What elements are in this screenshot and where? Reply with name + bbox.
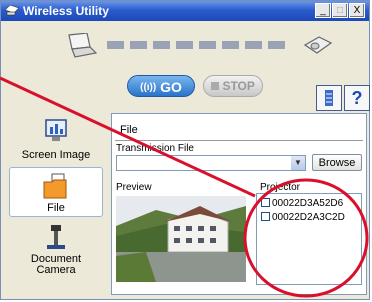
preview-image [116,196,246,282]
sidebar-item-document-camera[interactable]: Document Camera [9,221,103,285]
mode-sidebar: Screen Image File Document Camera [9,113,103,295]
transmission-file-label: Transmission File [116,143,194,154]
projector-item[interactable]: 00022D2A3C2D [261,212,345,223]
signal-dash [176,41,193,49]
sidebar-item-label: Screen Image [21,149,91,161]
window-title: Wireless Utility [23,4,109,18]
title-bar[interactable]: Wireless Utility _ □ X [1,1,369,21]
screen-image-icon [45,119,67,141]
preview-label: Preview [116,182,152,193]
sidebar-item-label: File [47,202,65,214]
list-icon [325,90,333,106]
projector-checkbox[interactable] [261,212,270,221]
divider [115,140,363,141]
projector-icon [303,36,333,54]
signal-dash [199,41,216,49]
projector-id: 00022D3A52D6 [272,198,344,209]
wireless-signal-icon: ((ı)) [140,82,157,93]
projector-label: Projector [260,182,301,193]
signal-dash [153,41,170,49]
projector-id: 00022D2A3C2D [272,212,345,223]
dropdown-arrow-icon[interactable]: ▼ [291,156,305,170]
projector-checkbox[interactable] [261,198,270,207]
go-button[interactable]: ((ı)) GO [127,75,195,97]
signal-dash [268,41,285,49]
projector-list: 00022D3A52D6 00022D2A3C2D [256,193,362,285]
laptop-icon [68,33,97,58]
sidebar-item-file[interactable]: File [9,167,103,217]
browse-button[interactable]: Browse [312,154,362,171]
list-view-button[interactable] [316,85,342,111]
panel-title: File [120,124,138,136]
connection-status-graphic [41,27,341,67]
help-button[interactable]: ? [344,85,370,111]
sidebar-item-screen-image[interactable]: Screen Image [9,113,103,163]
stop-square-icon [211,82,220,90]
document-camera-icon [47,225,65,249]
file-panel: File Transmission File ▼ Browse Preview … [111,113,367,295]
sidebar-item-label-line2: Camera [36,264,76,276]
stop-button[interactable]: STOP [203,75,263,97]
signal-dash [222,41,239,49]
stop-label: STOP [222,79,255,93]
signal-dash [107,41,124,49]
transmission-file-select[interactable]: ▼ [116,155,306,171]
signal-dash [245,41,262,49]
maximize-button[interactable]: □ [332,3,348,18]
wireless-utility-window: Wireless Utility _ □ X ((ı)) GO STOP ? S… [0,0,370,300]
go-label: GO [160,79,182,95]
close-button[interactable]: X [349,3,365,18]
signal-dash [130,41,147,49]
minimize-button[interactable]: _ [315,3,331,18]
projector-item[interactable]: 00022D3A52D6 [261,198,343,209]
wireless-app-icon [5,5,19,16]
file-folder-icon [43,173,67,199]
